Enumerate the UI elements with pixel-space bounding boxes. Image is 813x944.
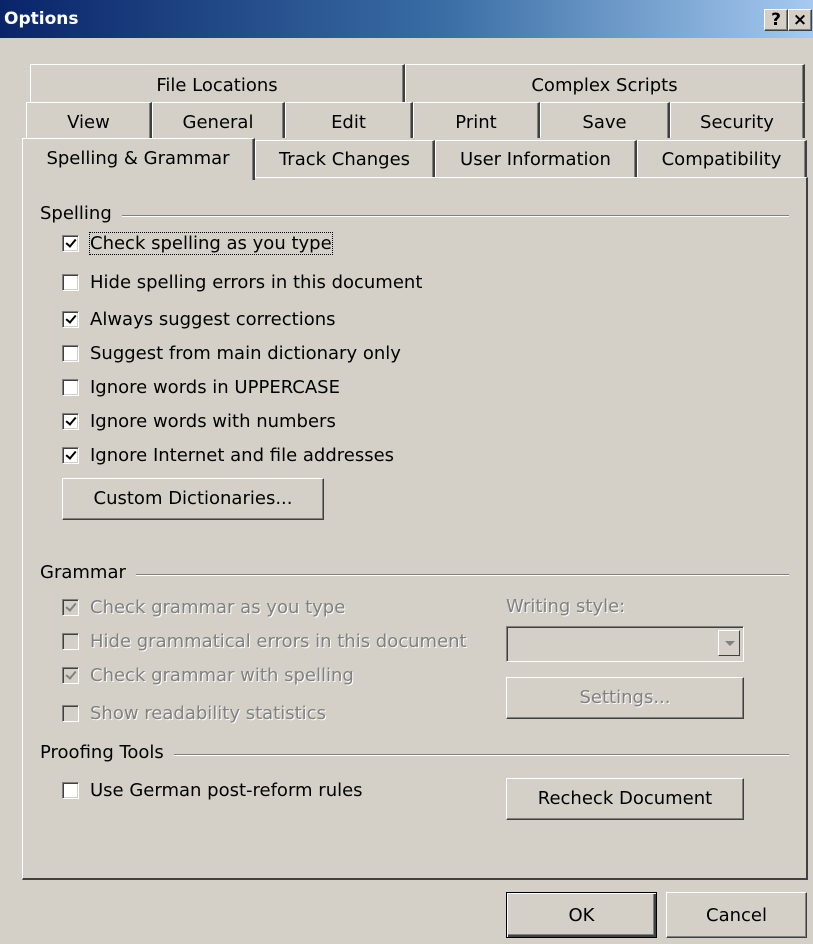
close-icon[interactable]: × xyxy=(788,9,812,31)
checkbox-label: Check grammar as you type xyxy=(90,596,346,618)
checkbox-label: Suggest from main dictionary only xyxy=(90,342,401,364)
checkbox[interactable] xyxy=(62,666,79,684)
hide-grammatical-errors[interactable]: Hide grammatical errors in this document xyxy=(62,628,467,654)
ok-button[interactable]: OK xyxy=(506,892,657,938)
use-german-post-reform-rules[interactable]: Use German post-reform rules xyxy=(62,777,363,803)
tab-edit[interactable]: Edit xyxy=(285,102,413,138)
checkbox-label: Ignore Internet and file addresses xyxy=(90,444,395,466)
check-grammar-as-you-type[interactable]: Check grammar as you type xyxy=(62,594,345,620)
cancel-button[interactable]: Cancel xyxy=(666,892,807,938)
always-suggest-corrections[interactable]: Always suggest corrections xyxy=(62,306,336,332)
writing-style-select[interactable] xyxy=(506,626,744,662)
spelling-divider xyxy=(40,215,789,217)
suggest-main-dictionary-only[interactable]: Suggest from main dictionary only xyxy=(62,340,401,366)
checkbox[interactable] xyxy=(62,310,79,328)
chevron-down-icon[interactable] xyxy=(718,630,740,656)
tab-complex-scripts[interactable]: Complex Scripts xyxy=(405,64,805,102)
tab-general[interactable]: General xyxy=(152,102,285,138)
checkbox[interactable] xyxy=(62,781,79,799)
checkbox[interactable] xyxy=(62,632,79,650)
checkbox[interactable] xyxy=(62,412,79,430)
tab-track-changes[interactable]: Track Changes xyxy=(255,140,435,178)
hide-spelling-errors[interactable]: Hide spelling errors in this document xyxy=(62,269,422,295)
checkbox-label: Hide grammatical errors in this document xyxy=(90,630,467,652)
writing-style-label: Writing style: xyxy=(506,596,626,617)
tab-compatibility[interactable]: Compatibility xyxy=(637,140,807,178)
checkbox[interactable] xyxy=(62,378,79,396)
tab-print[interactable]: Print xyxy=(413,102,540,138)
tab-view[interactable]: View xyxy=(26,102,152,138)
checkbox-label: Always suggest corrections xyxy=(90,308,336,330)
tab-spelling-grammar[interactable]: Spelling & Grammar xyxy=(22,138,255,180)
spelling-group-label: Spelling xyxy=(40,203,122,224)
checkbox-label: Check grammar with spelling xyxy=(90,664,354,686)
title-bar[interactable]: Options ? × xyxy=(0,0,813,38)
checkbox[interactable] xyxy=(62,704,79,722)
check-grammar-with-spelling[interactable]: Check grammar with spelling xyxy=(62,662,354,688)
custom-dictionaries-button[interactable]: Custom Dictionaries... xyxy=(62,478,324,520)
show-readability-statistics[interactable]: Show readability statistics xyxy=(62,700,326,726)
tab-file-locations[interactable]: File Locations xyxy=(30,64,405,102)
grammar-group-label: Grammar xyxy=(40,562,136,583)
checkbox-label: Use German post-reform rules xyxy=(90,779,363,801)
checkbox-label: Hide spelling errors in this document xyxy=(90,271,423,293)
help-icon[interactable]: ? xyxy=(764,9,788,31)
checkbox-label: Ignore words in UPPERCASE xyxy=(90,376,340,398)
checkbox-label: Show readability statistics xyxy=(90,702,326,724)
dialog-title: Options xyxy=(4,9,79,29)
check-spelling-as-you-type[interactable]: Check spelling as you type xyxy=(62,230,333,256)
tab-user-information[interactable]: User Information xyxy=(435,140,637,178)
ignore-words-uppercase[interactable]: Ignore words in UPPERCASE xyxy=(62,374,340,400)
checkbox[interactable] xyxy=(62,273,79,291)
proofing-group-label: Proofing Tools xyxy=(40,742,174,763)
checkbox[interactable] xyxy=(62,344,79,362)
checkbox[interactable] xyxy=(62,446,79,464)
tab-security[interactable]: Security xyxy=(670,102,805,138)
grammar-divider xyxy=(40,574,789,576)
ignore-internet-file-addresses[interactable]: Ignore Internet and file addresses xyxy=(62,442,394,468)
tab-save[interactable]: Save xyxy=(540,102,670,138)
checkbox-label: Check spelling as you type xyxy=(89,231,333,255)
checkbox[interactable] xyxy=(62,598,79,616)
options-dialog: Options ? × File Locations Complex Scrip… xyxy=(0,0,813,944)
checkbox-label: Ignore words with numbers xyxy=(90,410,336,432)
recheck-document-button[interactable]: Recheck Document xyxy=(506,778,744,820)
ignore-words-with-numbers[interactable]: Ignore words with numbers xyxy=(62,408,336,434)
checkbox[interactable] xyxy=(62,234,79,252)
settings-button[interactable]: Settings... xyxy=(506,677,744,719)
